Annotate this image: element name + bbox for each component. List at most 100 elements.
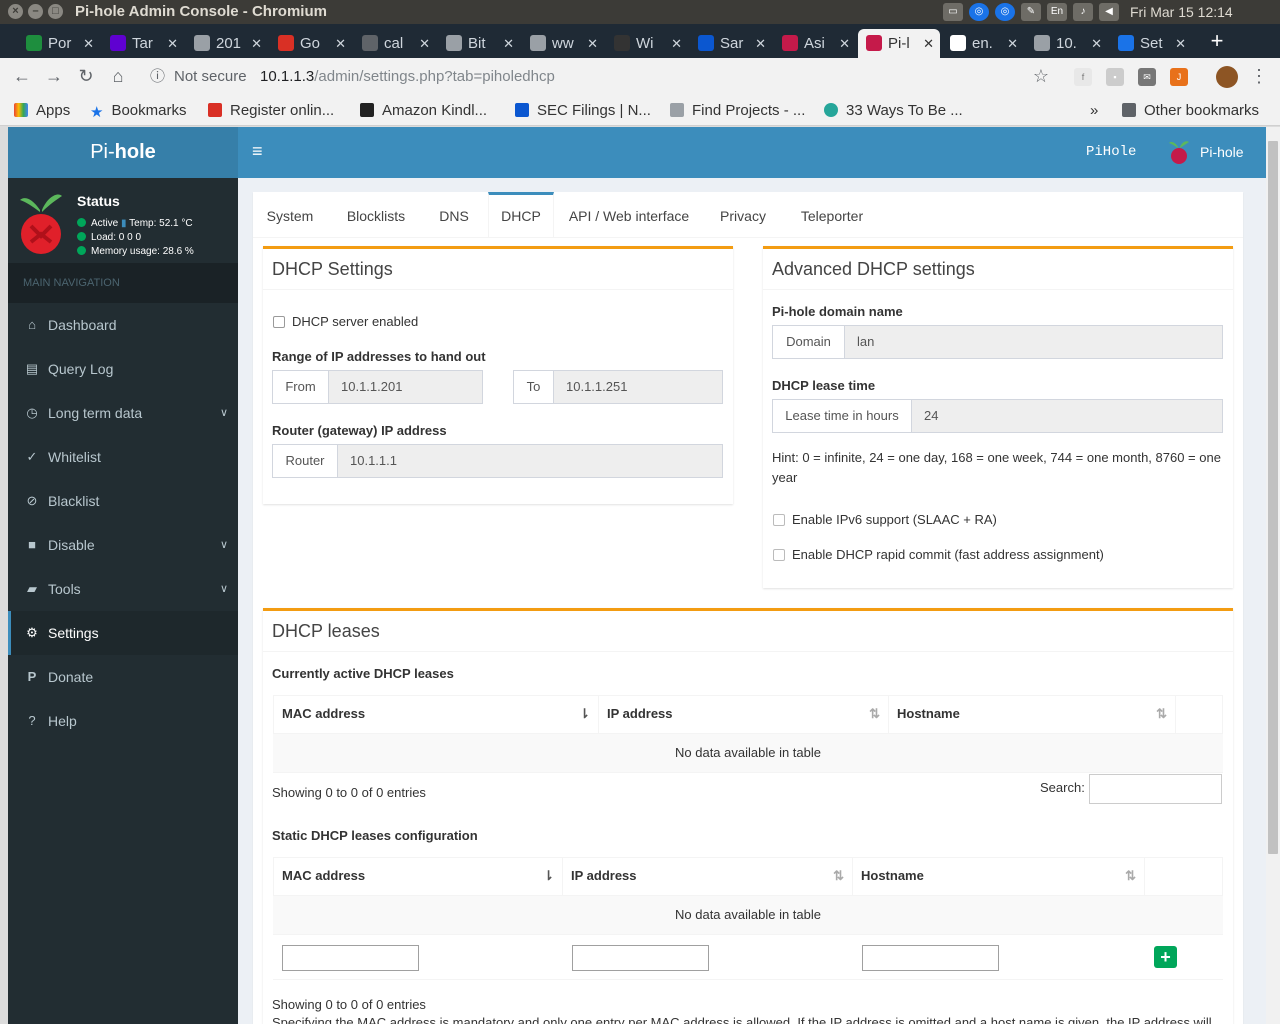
to-input[interactable]: 10.1.1.251 xyxy=(566,371,627,403)
screen-icon[interactable]: ▭ xyxy=(943,3,963,21)
new-ip-input[interactable] xyxy=(572,945,709,971)
back-icon[interactable]: ← xyxy=(10,64,34,88)
ipv6-label[interactable]: Enable IPv6 support (SLAAC + RA) xyxy=(792,512,997,527)
sidebar-item-settings[interactable]: ⚙ Settings xyxy=(8,611,238,655)
star-icon[interactable]: ☆ xyxy=(1029,64,1053,88)
browser-tab[interactable]: en. ✕ xyxy=(942,29,1024,58)
minimize-window-button[interactable]: – xyxy=(28,4,43,19)
tab-system[interactable]: System xyxy=(253,192,327,237)
tab-blocklists[interactable]: Blocklists xyxy=(333,192,419,237)
browser-tab[interactable]: Bit ✕ xyxy=(438,29,520,58)
sidebar-item-long-term-data[interactable]: ◷ Long term data ∨ xyxy=(8,391,238,435)
profile-avatar[interactable] xyxy=(1216,66,1238,88)
bookmark-sec[interactable]: SEC Filings | N... xyxy=(515,100,651,122)
tab-close-icon[interactable]: ✕ xyxy=(587,29,598,58)
new-mac-input[interactable] xyxy=(282,945,419,971)
sidebar-item-disable[interactable]: ■ Disable ∨ xyxy=(8,523,238,567)
tab-close-icon[interactable]: ✕ xyxy=(83,29,94,58)
chrome-icon[interactable]: ◎ xyxy=(969,3,989,21)
sidebar-item-blacklist[interactable]: ⊘ Blacklist xyxy=(8,479,238,523)
browser-tab[interactable]: cal ✕ xyxy=(354,29,436,58)
browser-tab[interactable]: Tar ✕ xyxy=(102,29,184,58)
pihole-logo-text[interactable]: Pi-hole xyxy=(8,127,238,178)
col-mac-address[interactable]: MAC address ⇂ xyxy=(273,857,563,895)
home-icon[interactable]: ⌂ xyxy=(106,64,130,88)
dhcp-enabled-label[interactable]: DHCP server enabled xyxy=(292,314,418,329)
tool-icon[interactable]: ✎ xyxy=(1021,3,1041,21)
browser-tab[interactable]: ww ✕ xyxy=(522,29,604,58)
browser-tab[interactable]: Asi ✕ xyxy=(774,29,856,58)
sidebar-item-tools[interactable]: ▰ Tools ∨ xyxy=(8,567,238,611)
bookmark-register[interactable]: Register onlin... xyxy=(208,100,334,122)
router-input-group[interactable]: Router 10.1.1.1 xyxy=(272,444,723,478)
tab-dhcp[interactable]: DHCP xyxy=(488,192,554,237)
address-bar[interactable]: ⓘ Not secure 10.1.1.3/admin/settings.php… xyxy=(140,62,1060,92)
clock[interactable]: Fri Mar 15 12:14 xyxy=(1130,4,1280,20)
add-static-lease-button[interactable]: + xyxy=(1154,946,1177,968)
user-menu[interactable]: Pi-hole xyxy=(1200,144,1244,160)
browser-tab[interactable]: 10. ✕ xyxy=(1026,29,1108,58)
info-icon[interactable]: ⓘ xyxy=(150,62,165,92)
tab-privacy[interactable]: Privacy xyxy=(713,192,773,237)
bookmark-kindle[interactable]: Amazon Kindl... xyxy=(360,100,487,122)
maximize-window-button[interactable]: □ xyxy=(48,4,63,19)
raspberry-avatar-icon[interactable] xyxy=(1168,139,1190,165)
browser-tab[interactable]: 201 ✕ xyxy=(186,29,268,58)
browser-tab[interactable]: Go ✕ xyxy=(270,29,352,58)
browser-tab[interactable]: Sar ✕ xyxy=(690,29,772,58)
from-input-group[interactable]: From 10.1.1.201 xyxy=(272,370,483,404)
sidebar-item-whitelist[interactable]: ✓ Whitelist xyxy=(8,435,238,479)
browser-tab[interactable]: Wi ✕ xyxy=(606,29,688,58)
page-scrollbar[interactable] xyxy=(1266,127,1280,1024)
tab-close-icon[interactable]: ✕ xyxy=(923,29,934,58)
scrollbar-thumb[interactable] xyxy=(1268,141,1278,854)
tab-dns[interactable]: DNS xyxy=(429,192,479,237)
rapid-commit-label[interactable]: Enable DHCP rapid commit (fast address a… xyxy=(792,547,1104,562)
kebab-menu-icon[interactable]: ⋮ xyxy=(1247,64,1271,88)
bell-icon[interactable]: ♪ xyxy=(1073,3,1093,21)
new-hostname-input[interactable] xyxy=(862,945,999,971)
lease-time-input[interactable]: 24 xyxy=(924,400,938,432)
tab-close-icon[interactable]: ✕ xyxy=(503,29,514,58)
tab-close-icon[interactable]: ✕ xyxy=(167,29,178,58)
sidebar-item-dashboard[interactable]: ⌂ Dashboard xyxy=(8,303,238,347)
search-input[interactable] xyxy=(1089,774,1222,804)
tab-close-icon[interactable]: ✕ xyxy=(1175,29,1186,58)
new-tab-button[interactable]: + xyxy=(1205,24,1229,58)
domain-input-group[interactable]: Domain lan xyxy=(772,325,1223,359)
bookmark-apps[interactable]: Apps xyxy=(14,100,70,122)
bookmark-33-ways[interactable]: 33 Ways To Be ... xyxy=(824,100,963,122)
url-text[interactable]: 10.1.1.3/admin/settings.php?tab=piholedh… xyxy=(260,62,555,92)
bookmark-other[interactable]: Other bookmarks xyxy=(1122,100,1259,122)
dhcp-enabled-checkbox[interactable] xyxy=(273,316,285,328)
tab-close-icon[interactable]: ✕ xyxy=(755,29,766,58)
from-input[interactable]: 10.1.1.201 xyxy=(341,371,402,403)
extension-icon[interactable]: ▪ xyxy=(1106,68,1124,86)
tab-close-icon[interactable]: ✕ xyxy=(1007,29,1018,58)
volume-icon[interactable]: ◀ xyxy=(1099,3,1119,21)
tab-close-icon[interactable]: ✕ xyxy=(335,29,346,58)
bookmark-bookmarks[interactable]: ★ Bookmarks xyxy=(90,100,186,122)
extension-mail-icon[interactable]: ✉ xyxy=(1138,68,1156,86)
tab-close-icon[interactable]: ✕ xyxy=(1091,29,1102,58)
close-window-button[interactable]: × xyxy=(8,4,23,19)
tab-close-icon[interactable]: ✕ xyxy=(671,29,682,58)
tab-close-icon[interactable]: ✕ xyxy=(839,29,850,58)
forward-icon[interactable]: → xyxy=(42,64,66,88)
router-input[interactable]: 10.1.1.1 xyxy=(350,445,397,477)
sidebar-item-query-log[interactable]: ▤ Query Log xyxy=(8,347,238,391)
tab-api-web-interface[interactable]: API / Web interface xyxy=(565,192,693,237)
chrome-icon-2[interactable]: ◎ xyxy=(995,3,1015,21)
reload-icon[interactable]: ↻ xyxy=(74,64,98,88)
col-hostname[interactable]: Hostname ⇅ xyxy=(853,857,1145,895)
sidebar-item-donate[interactable]: P Donate xyxy=(8,655,238,699)
hamburger-menu-icon[interactable]: ≡ xyxy=(252,141,263,162)
browser-tab-active[interactable]: Pi-l ✕ xyxy=(858,29,940,58)
browser-tab[interactable]: Por ✕ xyxy=(18,29,100,58)
col-mac-address[interactable]: MAC address ⇂ xyxy=(273,695,599,733)
browser-tab[interactable]: Set ✕ xyxy=(1110,29,1192,58)
bookmark-find-projects[interactable]: Find Projects - ... xyxy=(670,100,805,122)
tab-close-icon[interactable]: ✕ xyxy=(251,29,262,58)
extension-font-icon[interactable]: f xyxy=(1074,68,1092,86)
tab-close-icon[interactable]: ✕ xyxy=(419,29,430,58)
